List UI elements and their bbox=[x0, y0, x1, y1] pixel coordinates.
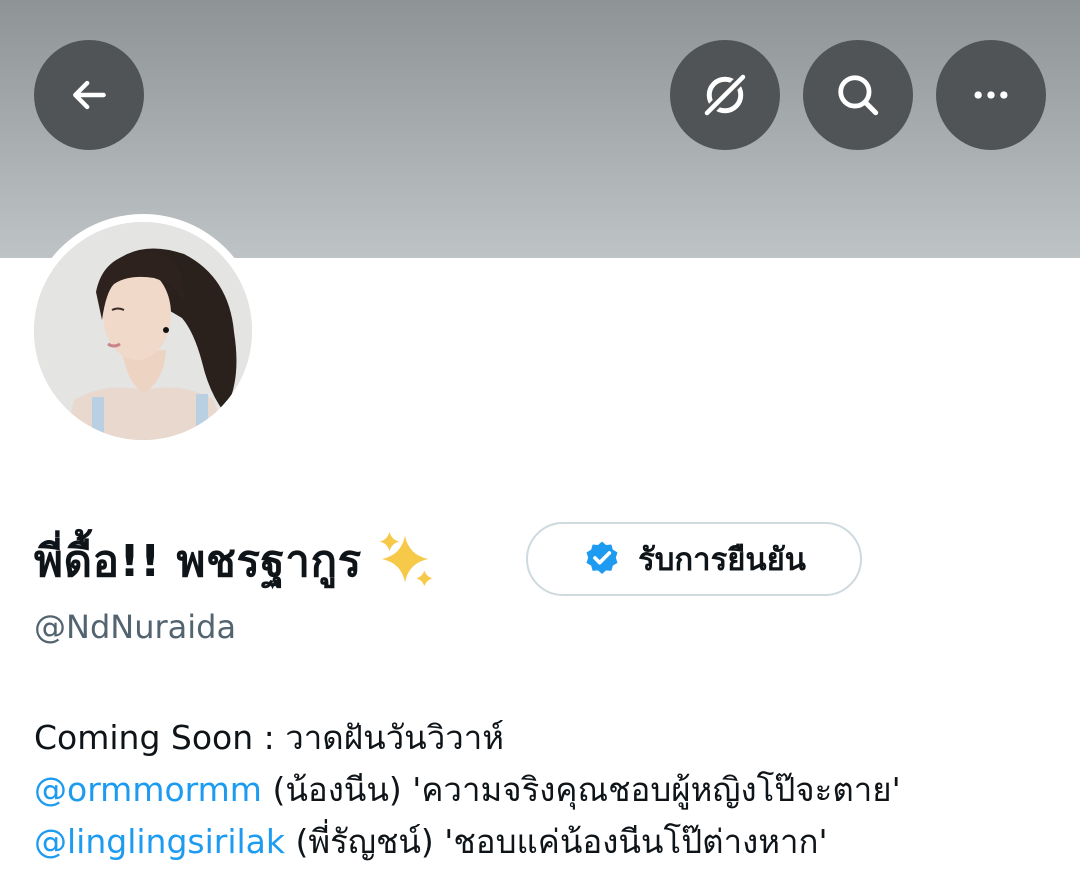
sparkles-emoji bbox=[374, 528, 436, 594]
avatar-photo bbox=[34, 222, 252, 440]
grok-button[interactable] bbox=[670, 40, 780, 150]
verified-badge-icon bbox=[586, 541, 618, 574]
mention-link[interactable]: @linglingsirilak bbox=[34, 822, 285, 861]
profile-page: พี่ดื้อ!! พชรฐากูร รับการยืนยัน @NdNurai… bbox=[0, 0, 1080, 884]
mention-link[interactable]: @ormmormm bbox=[34, 770, 262, 809]
bio-line: @ormmormm (น้องนีน) 'ความจริงคุณชอบผู้หญ… bbox=[34, 764, 901, 816]
grok-icon bbox=[700, 70, 750, 120]
profile-handle: @NdNuraida bbox=[34, 608, 237, 646]
avatar-border bbox=[26, 214, 260, 448]
arrow-left-icon bbox=[73, 80, 106, 110]
more-options-button[interactable] bbox=[936, 40, 1046, 150]
get-verified-button[interactable]: รับการยืนยัน bbox=[526, 522, 862, 596]
avatar[interactable] bbox=[34, 222, 252, 440]
back-button[interactable] bbox=[34, 40, 144, 150]
bio-text: (พี่รัญชน์) 'ชอบแค่น้องนีนโป๊ต่างหาก' bbox=[285, 822, 828, 861]
display-name-row: พี่ดื้อ!! พชรฐากูร bbox=[34, 525, 436, 597]
bio-line: @linglingsirilak (พี่รัญชน์) 'ชอบแค่น้อง… bbox=[34, 816, 901, 868]
search-button[interactable] bbox=[803, 40, 913, 150]
more-horizontal-icon bbox=[974, 91, 1008, 99]
display-name: พี่ดื้อ!! พชรฐากูร bbox=[34, 536, 362, 587]
profile-bio: Coming Soon : วาดฝันวันวิวาห์ @ormmormm … bbox=[34, 712, 901, 868]
search-icon bbox=[838, 75, 879, 116]
bio-text: (น้องนีน) 'ความจริงคุณชอบผู้หญิงโป๊จะตาย… bbox=[261, 770, 901, 809]
get-verified-label: รับการยืนยัน bbox=[638, 542, 806, 578]
bio-line: Coming Soon : วาดฝันวันวิวาห์ bbox=[34, 718, 505, 757]
